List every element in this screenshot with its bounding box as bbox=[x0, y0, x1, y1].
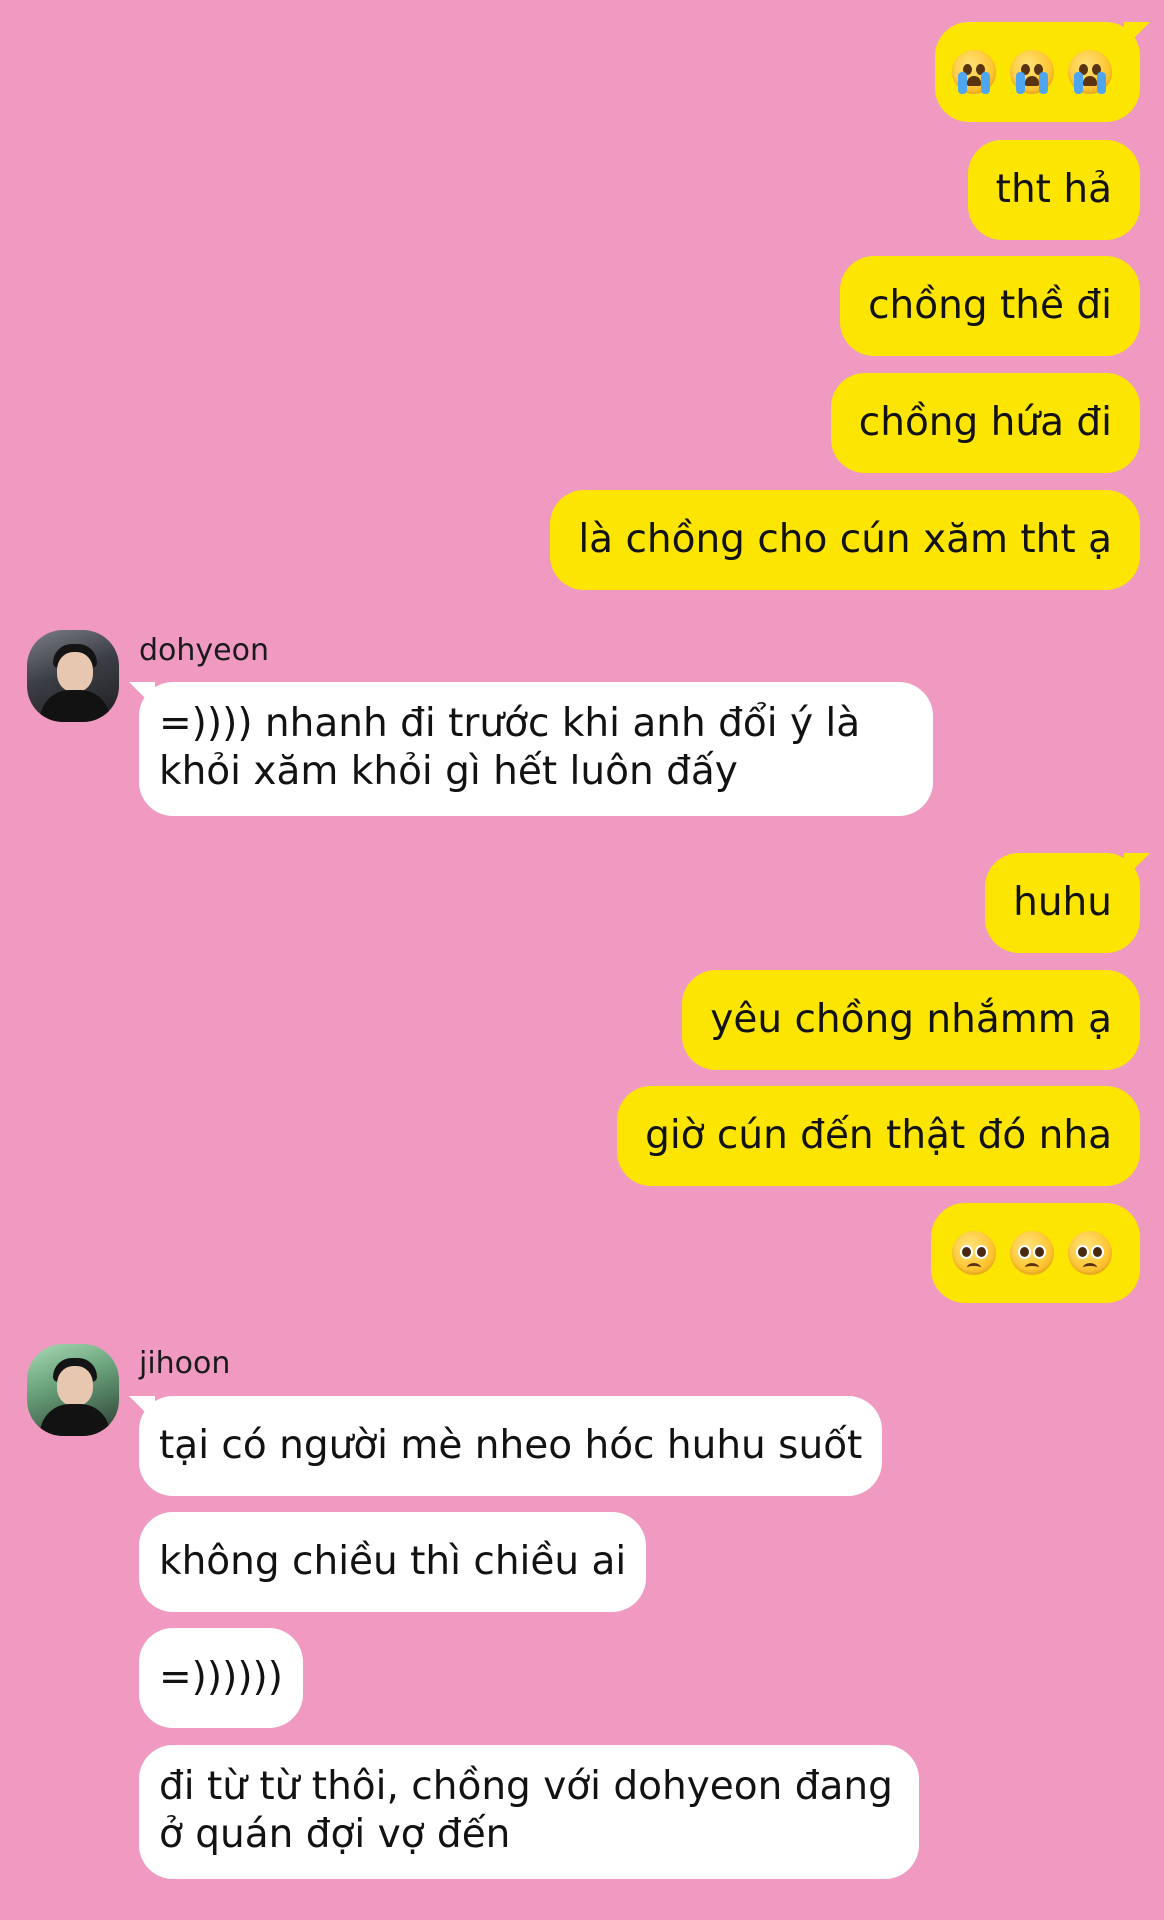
outgoing-message[interactable] bbox=[935, 22, 1140, 122]
message-text: yêu chồng nhắmm ạ bbox=[710, 997, 1112, 1042]
pleading-face-icon bbox=[1010, 1231, 1054, 1275]
message-text: giờ cún đến thật đó nha bbox=[645, 1113, 1112, 1158]
pleading-face-icon bbox=[952, 1231, 996, 1275]
loudly-crying-face-icon bbox=[1068, 50, 1112, 94]
incoming-message[interactable]: đi từ từ thôi, chồng với dohyeon đang ở … bbox=[139, 1745, 919, 1879]
sender-name: dohyeon bbox=[139, 633, 269, 668]
sender-name: jihoon bbox=[139, 1346, 231, 1381]
loudly-crying-face-icon bbox=[952, 50, 996, 94]
outgoing-message[interactable]: là chồng cho cún xăm tht ạ bbox=[550, 490, 1140, 590]
message-text: đi từ từ thôi, chồng với dohyeon đang ở … bbox=[159, 1764, 893, 1857]
outgoing-message[interactable] bbox=[931, 1203, 1140, 1303]
incoming-message[interactable]: tại có người mè nheo hóc huhu suốt bbox=[139, 1396, 883, 1496]
outgoing-message[interactable]: chồng hứa đi bbox=[830, 373, 1140, 473]
outgoing-message[interactable]: giờ cún đến thật đó nha bbox=[617, 1086, 1140, 1186]
message-text: chồng thề đi bbox=[868, 283, 1112, 328]
avatar-jihoon[interactable] bbox=[27, 1344, 119, 1436]
outgoing-message[interactable]: huhu bbox=[985, 853, 1140, 953]
emoji-row bbox=[952, 1231, 1112, 1275]
incoming-message[interactable]: không chiều thì chiều ai bbox=[139, 1512, 647, 1612]
chat-thread: tht hả chồng thề đi chồng hứa đi là chồn… bbox=[0, 0, 1164, 1920]
message-text: chồng hứa đi bbox=[858, 400, 1112, 445]
message-text: =)))))) bbox=[159, 1655, 283, 1700]
outgoing-message[interactable]: tht hả bbox=[967, 140, 1140, 240]
message-text: =)))) nhanh đi trước khi anh đổi ý là kh… bbox=[159, 701, 861, 794]
message-text: tht hả bbox=[995, 167, 1112, 212]
emoji-row bbox=[952, 50, 1112, 94]
message-text: tại có người mè nheo hóc huhu suốt bbox=[159, 1423, 863, 1468]
avatar-dohyeon[interactable] bbox=[27, 630, 119, 722]
incoming-message[interactable]: =)))))) bbox=[139, 1628, 303, 1728]
loudly-crying-face-icon bbox=[1010, 50, 1054, 94]
incoming-message[interactable]: =)))) nhanh đi trước khi anh đổi ý là kh… bbox=[139, 682, 933, 816]
pleading-face-icon bbox=[1068, 1231, 1112, 1275]
message-text: không chiều thì chiều ai bbox=[159, 1539, 627, 1584]
message-text: là chồng cho cún xăm tht ạ bbox=[578, 517, 1112, 562]
outgoing-message[interactable]: yêu chồng nhắmm ạ bbox=[682, 970, 1140, 1070]
message-text: huhu bbox=[1013, 880, 1112, 925]
outgoing-message[interactable]: chồng thề đi bbox=[840, 256, 1140, 356]
